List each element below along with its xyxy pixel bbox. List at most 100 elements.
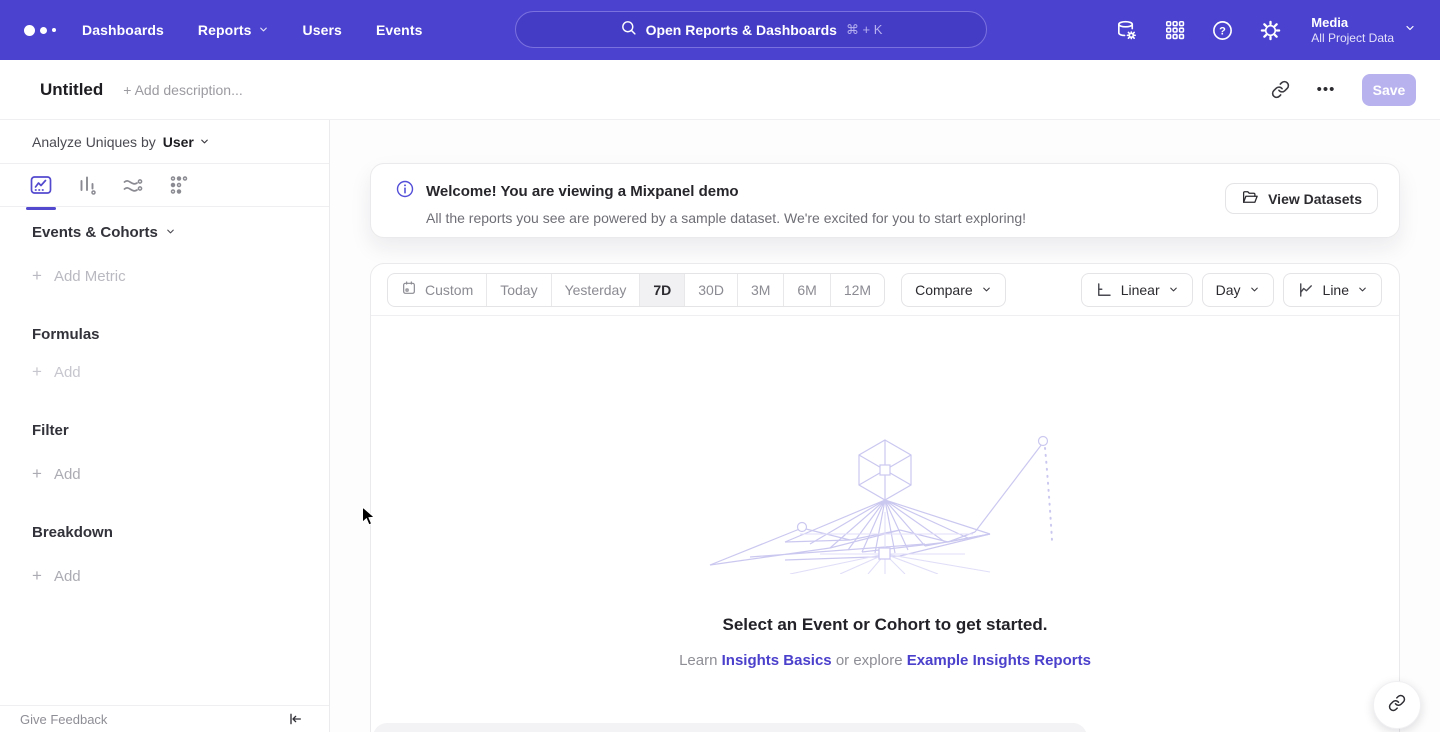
date-range-12m[interactable]: 12M [831,274,884,306]
plus-icon: + [32,266,42,286]
chevron-down-icon [981,282,992,298]
mixpanel-dots-logo[interactable] [24,25,64,36]
analyze-label: Analyze Uniques by [32,134,156,150]
chevron-down-icon [1357,282,1368,298]
calendar-icon [401,280,417,299]
example-insights-reports-link[interactable]: Example Insights Reports [907,652,1091,669]
date-range-7d[interactable]: 7D [640,274,685,306]
info-icon [395,179,415,204]
nav-events-label: Events [376,22,423,38]
nav-events[interactable]: Events [376,22,423,38]
date-range-30d[interactable]: 30D [685,274,738,306]
search-label: Open Reports & Dashboards [646,22,837,38]
section-filter-label: Filter [32,422,69,439]
nav-dashboards[interactable]: Dashboards [82,22,164,38]
view-datasets-button[interactable]: View Datasets [1225,183,1378,214]
chevron-down-icon [1249,282,1260,298]
section-filter: Filter [32,422,69,439]
plus-icon: + [32,566,42,586]
compare-button[interactable]: Compare [901,273,1006,307]
nav-reports[interactable]: Reports [198,22,269,38]
share-link-fab[interactable] [1373,681,1421,729]
top-nav-right: ? Media All Project Data [1115,0,1416,60]
banner-title: Welcome! You are viewing a Mixpanel demo [426,183,739,200]
insights-basics-link[interactable]: Insights Basics [722,652,832,669]
report-header: Untitled + Add description... ••• Save [0,60,1440,120]
empty-state-title: Select an Event or Cohort to get started… [371,615,1399,635]
report-header-actions: ••• Save [1262,74,1416,106]
date-range-yesterday[interactable]: Yesterday [552,274,641,306]
plus-icon: + [32,362,42,382]
section-breakdown-label: Breakdown [32,524,113,541]
help-icon[interactable]: ? [1211,19,1234,42]
chevron-down-icon [165,224,176,241]
tab-insights-line-chart[interactable] [29,173,53,197]
chevron-down-icon [258,22,269,38]
give-feedback-link[interactable]: Give Feedback [20,712,107,727]
chevron-down-icon [199,134,210,150]
add-metric-label: Add Metric [54,268,126,285]
nav-reports-label: Reports [198,22,252,38]
add-formula-button[interactable]: + Add [32,362,81,382]
mixpanel-insights-app: Dashboards Reports Users Events Open Rep… [0,0,1440,732]
section-formulas-label: Formulas [32,326,100,343]
analyze-by-dropdown[interactable]: User [163,134,210,150]
date-range-6m[interactable]: 6M [784,274,830,306]
link-icon [1388,694,1406,717]
sidebar-footer: Give Feedback [0,705,329,732]
report-title[interactable]: Untitled [40,80,103,100]
nav-users[interactable]: Users [303,22,342,38]
add-breakdown-label: Add [54,568,81,585]
collapse-sidebar-icon[interactable] [287,711,303,727]
date-range-segmented-control: Custom Today Yesterday 7D 30D 3M 6M 12M [387,273,885,307]
project-info: Media All Project Data [1311,15,1394,46]
view-datasets-label: View Datasets [1268,191,1362,207]
tab-retention-grid[interactable] [167,173,191,197]
date-range-custom[interactable]: Custom [388,274,487,306]
date-range-today[interactable]: Today [487,274,551,306]
insights-chart-card: Custom Today Yesterday 7D 30D 3M 6M 12M … [370,263,1400,732]
report-main: Welcome! You are viewing a Mixpanel demo… [330,120,1440,732]
date-range-custom-label: Custom [425,282,473,298]
interval-label: Day [1216,282,1241,298]
global-search-bar[interactable]: Open Reports & Dashboards ⌘ + K [515,11,987,48]
more-options-button[interactable]: ••• [1308,74,1344,106]
add-filter-button[interactable]: + Add [32,464,81,484]
copy-link-icon[interactable] [1262,74,1298,106]
data-management-icon[interactable] [1115,19,1138,42]
empty-state-subtitle: Learn Insights Basics or explore Example… [371,652,1399,669]
scale-label: Linear [1121,282,1160,298]
visualization-tabs [0,164,329,207]
add-formula-label: Add [54,364,81,381]
chevron-down-icon [1404,21,1416,39]
interval-dropdown[interactable]: Day [1202,273,1274,307]
date-range-3m[interactable]: 3M [738,274,784,306]
chart-type-dropdown[interactable]: Line [1283,273,1382,307]
section-events-cohorts-label: Events & Cohorts [32,224,158,241]
settings-icon[interactable] [1259,19,1282,42]
wireframe-landscape-illustration [690,422,1080,574]
scale-dropdown[interactable]: Linear [1081,273,1193,307]
add-metric-button[interactable]: + Add Metric [32,266,126,286]
add-breakdown-button[interactable]: + Add [32,566,81,586]
report-description-placeholder[interactable]: + Add description... [123,82,242,98]
primary-nav: Dashboards Reports Users Events [82,22,422,38]
chevron-down-icon [1168,282,1179,298]
section-events-cohorts[interactable]: Events & Cohorts [32,224,176,241]
apps-grid-icon[interactable] [1163,19,1186,42]
analyze-row: Analyze Uniques by User [0,120,329,164]
collapsed-drawer-edge[interactable] [373,723,1087,732]
save-button[interactable]: Save [1362,74,1416,106]
nav-users-label: Users [303,22,342,38]
folder-icon [1241,188,1259,209]
linear-axis-icon [1095,281,1113,299]
middle-text: or explore [836,652,903,669]
add-filter-label: Add [54,466,81,483]
plus-icon: + [32,464,42,484]
query-builder-sidebar: Analyze Uniques by User [0,120,330,732]
tab-flows[interactable] [121,173,145,197]
welcome-banner: Welcome! You are viewing a Mixpanel demo… [370,163,1400,238]
tab-bar-chart[interactable] [75,173,99,197]
project-selector[interactable]: Media All Project Data [1311,15,1416,46]
project-scope: All Project Data [1311,31,1394,46]
